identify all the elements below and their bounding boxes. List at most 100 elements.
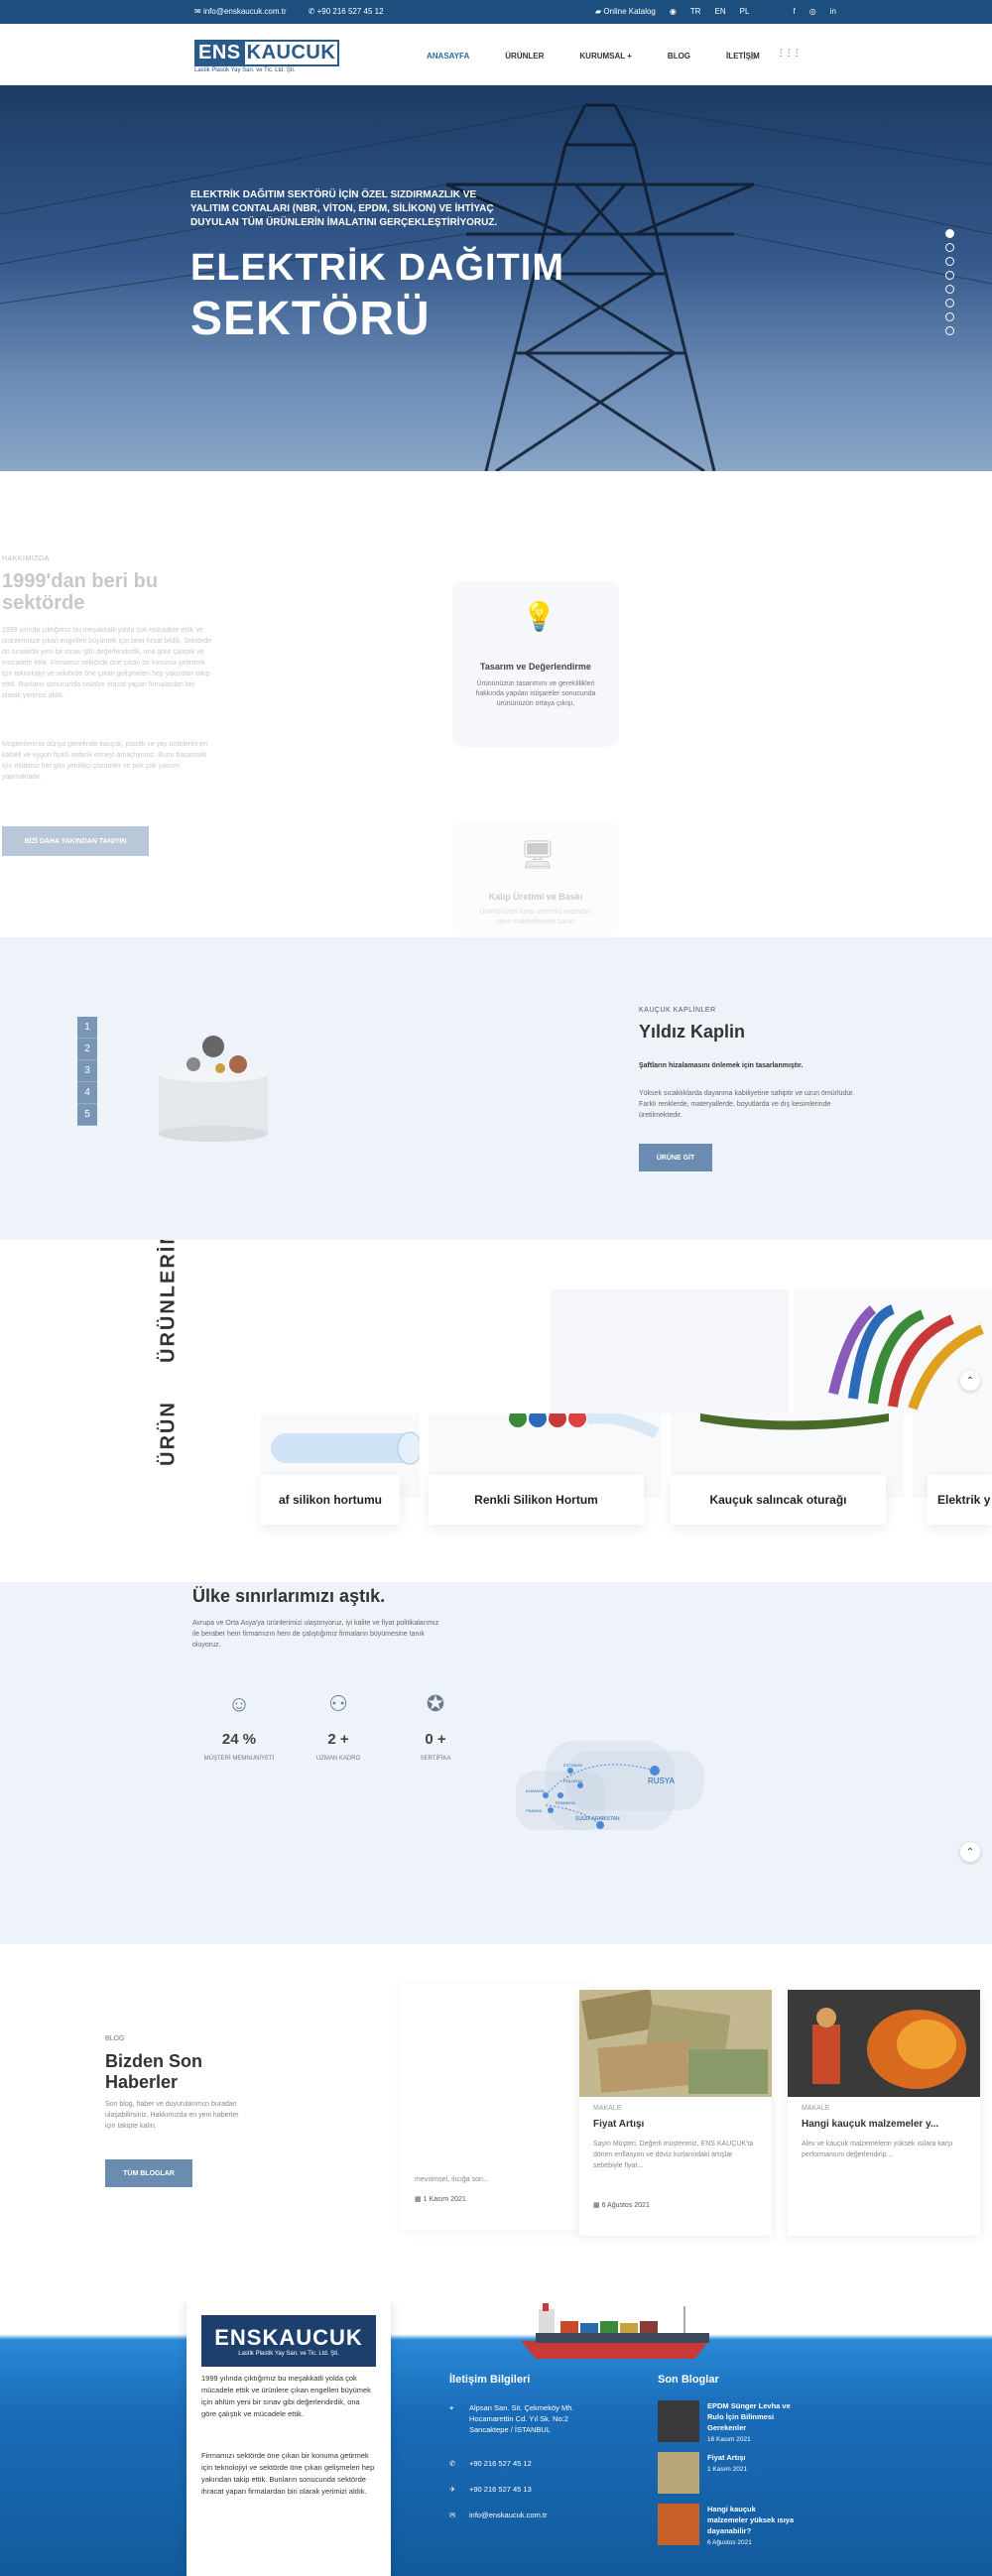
step-5[interactable]: 5	[77, 1104, 97, 1126]
monitor-icon: 🖥	[520, 839, 556, 870]
about-section: HAKKIMIZDA 1999'dan beri bu sektörde 199…	[0, 471, 992, 937]
nav-anasayfa[interactable]: ANASAYFA	[427, 52, 469, 61]
slider-dot[interactable]	[945, 243, 954, 252]
slider-dot[interactable]	[945, 326, 954, 335]
blog-card[interactable]: mevsimsel, ılıcığa son... ▦ 1 Kasım 2021	[401, 1984, 591, 2230]
blog-card-category: MAKALE	[802, 2105, 830, 2112]
blog-card[interactable]: MAKALE Fiyat Artışı Sayın Müşteri, Değer…	[579, 1990, 772, 2236]
blog-card-date-text: 6 Ağustos 2021	[601, 2202, 650, 2209]
lang-tr[interactable]: TR	[690, 7, 701, 16]
product-image-hoses	[794, 1289, 992, 1413]
logo[interactable]: ENS KAUCUK Lastik Plastik Yay San. ve Tic…	[194, 40, 340, 73]
go-to-product-button[interactable]: ÜRÜNE GİT	[639, 1144, 712, 1171]
step-4[interactable]: 4	[77, 1082, 97, 1104]
product-image	[551, 1289, 789, 1413]
search-icon[interactable]: ⌕	[750, 50, 757, 64]
products-vertical-title-2: ÜRÜN	[157, 1401, 180, 1466]
chevron-up-icon: ⌃	[965, 1375, 975, 1387]
recent-blog-item[interactable]: EPDM Sünger Levha ve Rulo İçin Bilinmesi…	[658, 2400, 797, 2443]
fax-icon: ✈	[449, 2485, 456, 2494]
recent-blog-title: EPDM Sünger Levha ve Rulo İçin Bilinmesi…	[707, 2401, 791, 2432]
contact-email[interactable]: ✉ info@enskaucuk.com.tr	[449, 2510, 598, 2520]
facebook-icon[interactable]: f	[793, 7, 795, 16]
phone-text: +90 216 527 45 13	[469, 2485, 532, 2494]
hero-title: ELEKTRİK DAĞITIM SEKTÖRÜ	[190, 242, 564, 348]
blog-card-category: MAKALE	[593, 2105, 622, 2112]
catalog-label: Online Katalog	[603, 7, 656, 16]
scroll-up-button[interactable]: ⌃	[960, 1371, 980, 1391]
lang-en[interactable]: EN	[715, 7, 726, 16]
recent-blog-date: 1 Kasım 2021	[707, 2466, 748, 2473]
contact-phone-1[interactable]: ✆ +90 216 527 45 12	[449, 2458, 598, 2469]
recent-blog-date: 6 Ağustos 2021	[707, 2539, 752, 2546]
linkedin-icon[interactable]: in	[830, 7, 836, 16]
phone-link[interactable]: ✆ +90 216 527 45 12	[309, 7, 384, 16]
slider-dot[interactable]	[945, 229, 954, 238]
chevron-up-icon: ⌃	[965, 1846, 975, 1858]
footer-about-box: ENSKAUCUK Lastik Plastik Yay San. ve Tic…	[186, 2301, 391, 2576]
stat-label: SERTİFİKA	[420, 1756, 451, 1762]
slider-dot[interactable]	[945, 257, 954, 266]
footer-about-p2: Firmamızı sektörde öne çıkan bir konuma …	[201, 2451, 375, 2496]
all-blogs-button[interactable]: TÜM BLOGLAR	[105, 2159, 192, 2187]
product-card-label[interactable]: Renkli Silikon Hortum	[429, 1475, 644, 1525]
mail-icon: ✉	[449, 2511, 456, 2519]
blog-card-desc: mevsimsel, ılıcığa son...	[415, 2176, 489, 2183]
grid-menu-icon[interactable]: ⋮⋮⋮	[777, 49, 802, 64]
address-text: Alpsan San. Sit. Çekmeköy Mh. Hocamarett…	[469, 2403, 574, 2434]
phone-text: +90 216 527 45 12	[469, 2459, 532, 2468]
scroll-up-button[interactable]: ⌃	[960, 1842, 980, 1862]
product-card-label[interactable]: af silikon hortumu	[261, 1475, 400, 1525]
blog-card[interactable]: MAKALE Hangi kauçuk malzemeler y... Alev…	[788, 1990, 980, 2236]
lightbulb-icon: 💡	[522, 601, 557, 632]
card-title: Tasarım ve Değerlendirme	[480, 662, 591, 672]
catalog-link[interactable]: ▰ Online Katalog	[595, 7, 656, 16]
step-2[interactable]: 2	[77, 1039, 97, 1060]
product-card-label[interactable]: Kauçuk salıncak oturağı	[671, 1475, 886, 1525]
card-title: Kalıp Üretimi ve Baskı	[488, 892, 583, 902]
blog-card-date: ▦ 1 Kasım 2021	[415, 2195, 466, 2203]
about-more-button[interactable]: BİZİ DAHA YAKINDAN TANIYIN	[2, 826, 149, 856]
step-1[interactable]: 1	[77, 1017, 97, 1039]
email-link[interactable]: ✉ info@enskaucuk.com.tr	[194, 7, 287, 16]
stat-team: ⚇ 2 + UZMAN KADRO	[294, 1691, 383, 1762]
blog-card-title: Fiyat Artışı	[593, 2119, 645, 2130]
map-label: ALMANYA	[526, 1788, 545, 1793]
product-card-label[interactable]: Elektrik y	[928, 1475, 992, 1525]
map-label: ESTONYA	[563, 1763, 582, 1768]
lang-pl[interactable]: PL	[740, 7, 750, 16]
hero-slider: ELEKTRİK DAĞITIM SEKTÖRÜ İÇİN ÖZEL SIZDI…	[0, 85, 992, 471]
slider-dot[interactable]	[945, 312, 954, 321]
footer-logo[interactable]: ENSKAUCUK Lastik Plastik Yay San. ve Tic…	[201, 2315, 376, 2367]
blog-card-image-fire	[788, 1990, 980, 2097]
email-text: info@enskaucuk.com.tr	[469, 2511, 548, 2519]
contact-phone-2[interactable]: ✈ +90 216 527 45 13	[449, 2484, 598, 2495]
award-icon: ✪	[426, 1691, 445, 1716]
card-desc: Ürününüzün tasarımını ve gereklilikleri …	[475, 680, 596, 707]
products-carousel: ÜRÜNLERİM ÜRÜN af silikon hortumu Renkli…	[0, 1240, 992, 1582]
blog-card-desc: Sayın Müşteri, Değerli müşterimiz, ENS K…	[593, 2141, 754, 2169]
nav-urunler[interactable]: ÜRÜNLER	[505, 52, 544, 61]
slider-dot[interactable]	[945, 271, 954, 280]
blog-card-title: Hangi kauçuk malzemeler y...	[802, 2119, 939, 2130]
instagram-icon[interactable]: ◎	[809, 7, 816, 16]
slider-dots	[945, 229, 954, 335]
stat-label: UZMAN KADRO	[315, 1756, 361, 1762]
map-label: FRANSA	[526, 1808, 543, 1813]
global-reach-section: Ülke sınırlarımızı aştık. Avrupa ve Orta…	[0, 1582, 992, 1944]
folder-icon: ▰	[595, 7, 602, 16]
recent-blog-item[interactable]: Hangi kauçuk malzemeler yüksek ısıya day…	[658, 2504, 797, 2546]
step-3[interactable]: 3	[77, 1060, 97, 1082]
recent-blog-item[interactable]: Fiyat Artışı 1 Kasım 2021	[658, 2452, 797, 2494]
slider-dot[interactable]	[945, 299, 954, 307]
blog-card-image-money	[579, 1990, 772, 2097]
showcase-kicker: KAUÇUK KAPLİNLER	[639, 1007, 716, 1014]
about-paragraph-2: Müşterilerimiz dünya genelinde kauçuk, p…	[2, 741, 207, 781]
logo-ens: ENS	[194, 40, 245, 66]
nav-blog[interactable]: BLOG	[668, 52, 690, 61]
nav-kurumsal[interactable]: KURUMSAL +	[579, 52, 632, 61]
showcase-title: Yıldız Kaplin	[639, 1022, 746, 1042]
process-card-design: 💡 Tasarım ve Değerlendirme Ürününüzün ta…	[452, 580, 619, 747]
stat-certificate: ✪ 0 + SERTİFİKA	[391, 1691, 480, 1762]
slider-dot[interactable]	[945, 285, 954, 294]
